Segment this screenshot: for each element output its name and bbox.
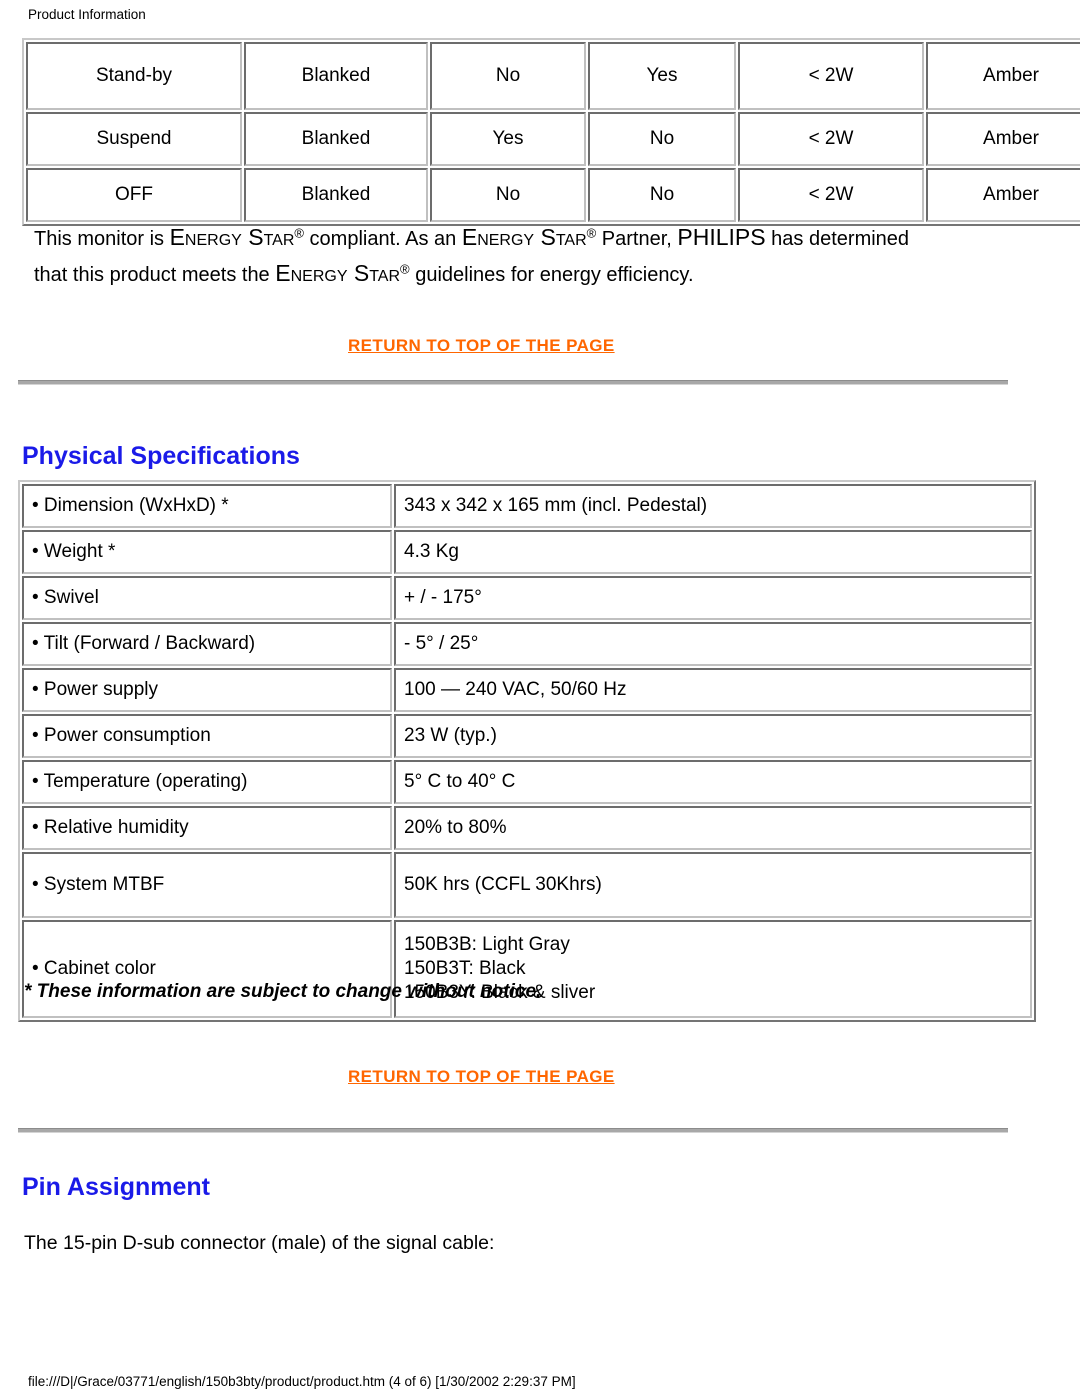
table-row: • Dimension (WxHxD) * 343 x 342 x 165 mm… bbox=[22, 484, 1032, 528]
power-hsync-cell: No bbox=[430, 168, 586, 222]
registered-mark-icon: ® bbox=[400, 261, 410, 277]
table-row: • System MTBF 50K hrs (CCFL 30Khrs) bbox=[22, 852, 1032, 918]
document-page: Product Information Stand-by Blanked No … bbox=[0, 0, 1080, 1397]
energy-star-text-3: Partner, bbox=[596, 228, 678, 250]
table-row: • Weight * 4.3 Kg bbox=[22, 530, 1032, 574]
page-footer-path: file:///D|/Grace/03771/english/150b3bty/… bbox=[28, 1374, 576, 1389]
spec-label-cell: • Temperature (operating) bbox=[22, 760, 392, 804]
power-mode-cell: Stand-by bbox=[26, 42, 242, 110]
page-running-header: Product Information bbox=[28, 7, 146, 22]
spec-value-cell-cabinet-color: 150B3B: Light Gray 150B3T: Black 150B3Y:… bbox=[394, 920, 1032, 1018]
power-video-cell: Blanked bbox=[244, 112, 428, 166]
energy-star-text-5: guidelines for energy efficiency. bbox=[409, 264, 694, 286]
cabinet-color-line: 150B3T: Black bbox=[404, 958, 526, 979]
spec-value-cell: 50K hrs (CCFL 30Khrs) bbox=[394, 852, 1032, 918]
energy-star-text-2: compliant. As an bbox=[303, 228, 462, 250]
power-video-cell: Blanked bbox=[244, 42, 428, 110]
power-mode-cell: OFF bbox=[26, 168, 242, 222]
table-row: • Cabinet color 150B3B: Light Gray 150B3… bbox=[22, 920, 1032, 1018]
power-usage-cell: < 2W bbox=[738, 42, 924, 110]
spec-value-cell: - 5° / 25° bbox=[394, 622, 1032, 666]
spec-value-cell: 5° C to 40° C bbox=[394, 760, 1032, 804]
table-row: Stand-by Blanked No Yes < 2W Amber bbox=[26, 42, 1080, 110]
specifications-footnote: * These information are subject to chang… bbox=[24, 981, 542, 1002]
spec-value-cell: 4.3 Kg bbox=[394, 530, 1032, 574]
power-mode-cell: Suspend bbox=[26, 112, 242, 166]
power-management-table: Stand-by Blanked No Yes < 2W Amber Suspe… bbox=[22, 38, 1080, 226]
power-led-cell: Amber bbox=[926, 42, 1080, 110]
power-hsync-cell: Yes bbox=[430, 112, 586, 166]
power-led-cell: Amber bbox=[926, 112, 1080, 166]
power-management-table-body: Stand-by Blanked No Yes < 2W Amber Suspe… bbox=[26, 42, 1080, 222]
spec-label-cell: • Swivel bbox=[22, 576, 392, 620]
philips-brand-name: PHILIPS bbox=[677, 224, 766, 250]
registered-mark-icon: ® bbox=[294, 225, 304, 241]
energy-star-brand-3: Energy Star bbox=[275, 260, 401, 286]
section-divider bbox=[18, 1128, 1008, 1133]
spec-value-cell: 20% to 80% bbox=[394, 806, 1032, 850]
spec-value-cell: 100 — 240 VAC, 50/60 Hz bbox=[394, 668, 1032, 712]
spec-label-cell: • Weight * bbox=[22, 530, 392, 574]
energy-star-brand-2: Energy Star bbox=[461, 224, 587, 250]
table-row: • Power consumption 23 W (typ.) bbox=[22, 714, 1032, 758]
spec-label-cell: • Dimension (WxHxD) * bbox=[22, 484, 392, 528]
power-vsync-cell: Yes bbox=[588, 42, 736, 110]
spec-label-cell: • Tilt (Forward / Backward) bbox=[22, 622, 392, 666]
table-row: • Relative humidity 20% to 80% bbox=[22, 806, 1032, 850]
page-title-pin-assignment: Pin Assignment bbox=[22, 1172, 210, 1201]
energy-star-text-1: This monitor is bbox=[34, 228, 170, 250]
power-hsync-cell: No bbox=[430, 42, 586, 110]
power-led-cell: Amber bbox=[926, 168, 1080, 222]
power-usage-cell: < 2W bbox=[738, 112, 924, 166]
spec-value-cell: 23 W (typ.) bbox=[394, 714, 1032, 758]
spec-label-cell: • Relative humidity bbox=[22, 806, 392, 850]
power-video-cell: Blanked bbox=[244, 168, 428, 222]
spec-label-cell: • Cabinet color bbox=[22, 920, 392, 1018]
power-vsync-cell: No bbox=[588, 112, 736, 166]
power-usage-cell: < 2W bbox=[738, 168, 924, 222]
spec-value-cell: + / - 175° bbox=[394, 576, 1032, 620]
table-row: • Power supply 100 — 240 VAC, 50/60 Hz bbox=[22, 668, 1032, 712]
spec-label-cell: • Power consumption bbox=[22, 714, 392, 758]
page-title-physical-specifications: Physical Specifications bbox=[22, 441, 300, 470]
energy-star-paragraph: This monitor is Energy Star® compliant. … bbox=[34, 220, 914, 292]
spec-label-cell: • Power supply bbox=[22, 668, 392, 712]
pin-assignment-description: The 15-pin D-sub connector (male) of the… bbox=[24, 1231, 495, 1254]
table-row: • Swivel + / - 175° bbox=[22, 576, 1032, 620]
energy-star-brand-1: Energy Star bbox=[169, 224, 295, 250]
table-row: • Tilt (Forward / Backward) - 5° / 25° bbox=[22, 622, 1032, 666]
table-row: Suspend Blanked Yes No < 2W Amber bbox=[26, 112, 1080, 166]
physical-specifications-table-body: • Dimension (WxHxD) * 343 x 342 x 165 mm… bbox=[22, 484, 1032, 1018]
cabinet-color-line: 150B3B: Light Gray bbox=[404, 934, 570, 955]
section-divider bbox=[18, 380, 1008, 385]
spec-value-cell: 343 x 342 x 165 mm (incl. Pedestal) bbox=[394, 484, 1032, 528]
spec-label-cell: • System MTBF bbox=[22, 852, 392, 918]
physical-specifications-table: • Dimension (WxHxD) * 343 x 342 x 165 mm… bbox=[18, 480, 1036, 1022]
table-row: OFF Blanked No No < 2W Amber bbox=[26, 168, 1080, 222]
return-to-top-link[interactable]: RETURN TO TOP OF THE PAGE bbox=[348, 1067, 615, 1087]
table-row: • Temperature (operating) 5° C to 40° C bbox=[22, 760, 1032, 804]
power-vsync-cell: No bbox=[588, 168, 736, 222]
return-to-top-link[interactable]: RETURN TO TOP OF THE PAGE bbox=[348, 336, 615, 356]
registered-mark-icon: ® bbox=[586, 225, 597, 241]
